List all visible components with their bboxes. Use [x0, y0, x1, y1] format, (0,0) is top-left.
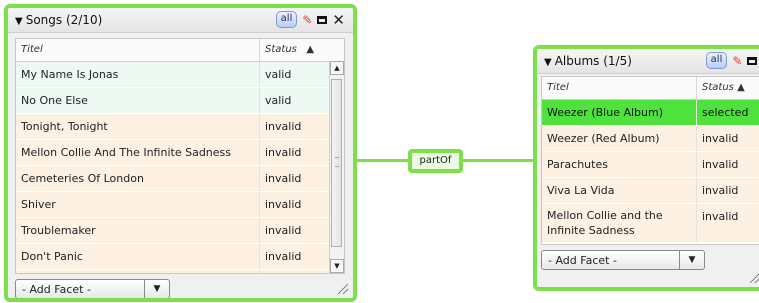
- cell-title: Mellon Collie And The Infinite Sadness: [16, 140, 260, 165]
- songs-vertical-scrollbar[interactable]: ▲ ▼: [329, 61, 344, 273]
- select-all-button[interactable]: all: [705, 52, 728, 69]
- albums-facet: ▼Albums (1/5) all ✎ ✕ Titel Status ▲ Wee…: [533, 45, 759, 291]
- collapse-triangle-icon[interactable]: ▼: [544, 57, 552, 68]
- albums-grid-header: Titel Status ▲: [542, 77, 759, 100]
- songs-facet-title[interactable]: ▼ Songs (2/10): [15, 13, 102, 27]
- table-row[interactable]: Troublemaker invalid: [16, 218, 344, 244]
- table-row[interactable]: Life In Technicolorinvalid: [16, 270, 344, 273]
- albums-facet-titlebar[interactable]: ▼Albums (1/5) all ✎ ✕: [537, 49, 759, 74]
- cell-status: invalid: [702, 210, 739, 223]
- cell-status: valid: [265, 68, 292, 81]
- cell-title: Weezer (Blue Album): [542, 100, 697, 125]
- table-row[interactable]: Weezer (Red Album) invalid: [542, 126, 759, 152]
- albums-add-facet-select[interactable]: - Add Facet - ▼: [541, 250, 705, 270]
- cell-status: invalid: [702, 158, 739, 171]
- albums-facet-title[interactable]: ▼ Albums (1/5): [544, 54, 632, 68]
- maximize-icon[interactable]: [747, 56, 758, 65]
- chevron-down-icon[interactable]: ▼: [144, 280, 169, 298]
- table-row[interactable]: Shiver invalid: [16, 192, 344, 218]
- select-all-button[interactable]: all: [275, 11, 298, 28]
- songs-grid-header: Titel Status ▲: [16, 39, 344, 62]
- cell-title: Tonight, Tonight: [16, 114, 260, 139]
- column-header-titel[interactable]: Titel: [16, 39, 260, 61]
- relation-link-left: [357, 159, 409, 162]
- songs-facet-titlebar[interactable]: ▼ Songs (2/10) all ✎ ✕: [8, 8, 353, 33]
- cell-title: Weezer (Red Album): [542, 126, 697, 151]
- relation-partof-node[interactable]: partOf: [408, 149, 463, 173]
- cell-title: Don't Panic: [16, 244, 260, 269]
- cell-title: My Name Is Jonas: [16, 62, 260, 87]
- cell-title: Mellon Collie and the Infinite Sadness: [542, 204, 697, 242]
- scroll-up-icon[interactable]: ▲: [330, 61, 344, 75]
- resize-grip-icon[interactable]: [338, 284, 348, 294]
- cell-title: Cemeteries Of London: [16, 166, 260, 191]
- column-header-status[interactable]: Status ▲: [697, 77, 759, 99]
- cell-status: invalid: [265, 198, 302, 211]
- resize-grip-icon[interactable]: [750, 273, 759, 283]
- table-row[interactable]: My Name Is Jonas valid: [16, 62, 344, 88]
- scrollbar-thumb[interactable]: [331, 79, 342, 247]
- albums-grid: Titel Status ▲ Weezer (Blue Album) select…: [541, 76, 759, 245]
- songs-facet: ▼ Songs (2/10) all ✎ ✕ Titel Status ▲ My …: [4, 4, 357, 302]
- sort-ascending-icon: ▲: [737, 82, 745, 93]
- cell-status: invalid: [265, 172, 302, 185]
- close-icon[interactable]: ✕: [332, 12, 345, 27]
- cell-title: Parachutes: [542, 152, 697, 177]
- cell-status: invalid: [265, 146, 302, 159]
- cell-status: invalid: [260, 270, 330, 273]
- thumb-grip-icon: [335, 157, 339, 167]
- column-header-titel[interactable]: Titel: [542, 77, 697, 99]
- cell-status: invalid: [265, 120, 302, 133]
- cell-title: Troublemaker: [16, 218, 260, 243]
- table-row[interactable]: Cemeteries Of London invalid: [16, 166, 344, 192]
- cell-status: invalid: [265, 250, 302, 263]
- table-row[interactable]: No One Else valid: [16, 88, 344, 114]
- songs-add-facet-select[interactable]: - Add Facet - ▼: [15, 279, 170, 298]
- table-row[interactable]: Mellon Collie And The Infinite Sadness in…: [16, 140, 344, 166]
- maximize-icon[interactable]: [317, 15, 328, 24]
- cell-status: invalid: [265, 224, 302, 237]
- pin-icon[interactable]: ✎: [302, 14, 312, 26]
- table-row[interactable]: Viva La Vida invalid: [542, 178, 759, 204]
- sort-ascending-icon: ▲: [306, 44, 315, 55]
- cell-status: selected: [702, 106, 749, 119]
- chevron-down-icon[interactable]: ▼: [679, 251, 704, 269]
- cell-status: invalid: [702, 132, 739, 145]
- column-header-status[interactable]: Status ▲: [260, 39, 330, 61]
- cell-title: Viva La Vida: [542, 178, 697, 203]
- cell-status: invalid: [702, 184, 739, 197]
- cell-title: Shiver: [16, 192, 260, 217]
- table-row[interactable]: Don't Panic invalid: [16, 244, 344, 270]
- table-row[interactable]: Parachutes invalid: [542, 152, 759, 178]
- pin-icon[interactable]: ✎: [732, 55, 742, 67]
- collapse-triangle-icon[interactable]: ▼: [15, 16, 23, 27]
- table-row[interactable]: Tonight, Tonight invalid: [16, 114, 344, 140]
- songs-grid: Titel Status ▲ My Name Is Jonas valid No O…: [15, 38, 345, 274]
- cell-title: No One Else: [16, 88, 260, 113]
- table-row[interactable]: Mellon Collie and the Infinite Sadness in…: [542, 204, 759, 243]
- cell-status: valid: [265, 94, 292, 107]
- scroll-down-icon[interactable]: ▼: [330, 259, 344, 273]
- table-row[interactable]: Weezer (Blue Album) selected: [542, 100, 759, 126]
- cell-title: Life In Technicolor: [16, 270, 260, 273]
- relation-link-right: [462, 159, 533, 162]
